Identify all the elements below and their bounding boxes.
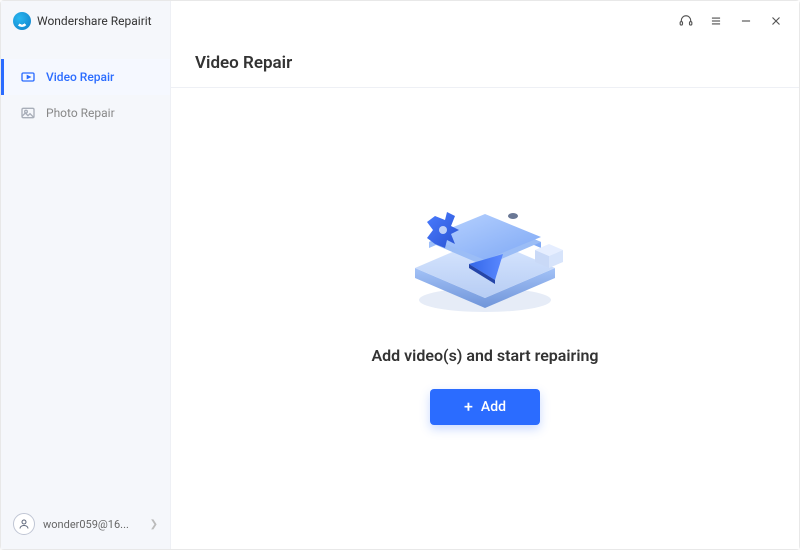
logo-row: Wondershare Repairit (1, 1, 170, 41)
illustration-video-repair-icon (385, 172, 585, 322)
add-button[interactable]: + Add (430, 389, 540, 425)
app-logo-icon (13, 12, 31, 30)
page-header: Video Repair (171, 41, 799, 88)
avatar-icon (13, 513, 35, 535)
app-window: Wondershare Repairit Video Repair (0, 0, 800, 550)
main-panel: Video Repair (171, 1, 799, 549)
plus-icon: + (464, 399, 473, 415)
close-icon[interactable] (769, 14, 783, 28)
sidebar-item-photo-repair[interactable]: Photo Repair (1, 95, 170, 131)
chevron-right-icon[interactable]: ❯ (150, 519, 158, 530)
sidebar-item-video-repair[interactable]: Video Repair (1, 59, 170, 95)
app-name: Wondershare Repairit (37, 14, 152, 28)
sidebar-nav: Video Repair Photo Repair (1, 59, 170, 131)
menu-icon[interactable] (709, 14, 723, 28)
sidebar: Wondershare Repairit Video Repair (1, 1, 171, 549)
account-name: wonder059@16... (43, 518, 142, 531)
sidebar-item-label: Photo Repair (46, 106, 115, 120)
sidebar-item-label: Video Repair (46, 70, 114, 84)
content-area: Add video(s) and start repairing + Add (171, 88, 799, 549)
support-icon[interactable] (679, 14, 693, 28)
video-repair-icon (20, 69, 36, 85)
minimize-icon[interactable] (739, 14, 753, 28)
page-title: Video Repair (195, 53, 775, 73)
description-text: Add video(s) and start repairing (371, 346, 598, 365)
add-button-label: Add (481, 399, 506, 415)
account-row[interactable]: wonder059@16... ❯ (1, 499, 170, 549)
titlebar (171, 1, 799, 41)
photo-repair-icon (20, 105, 36, 121)
